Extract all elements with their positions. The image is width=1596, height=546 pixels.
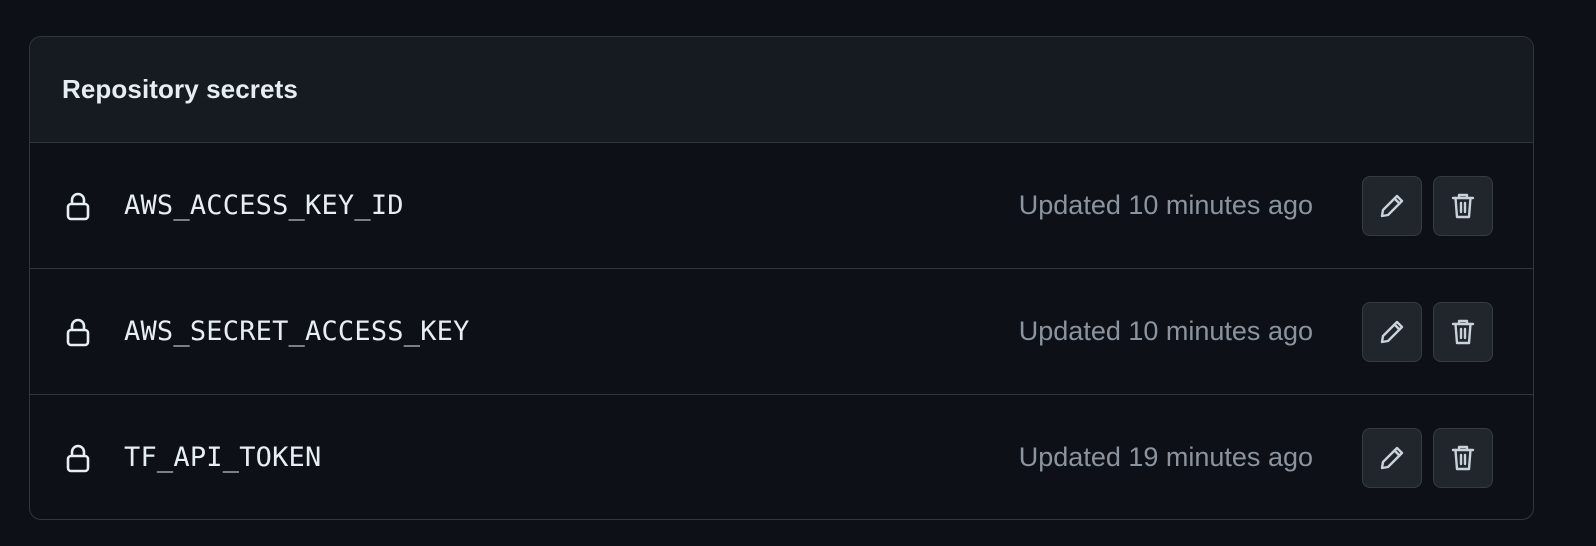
pencil-icon <box>1378 444 1406 472</box>
updated-timestamp: Updated 10 minutes ago <box>1018 190 1313 220</box>
delete-secret-button[interactable] <box>1433 427 1493 488</box>
edit-secret-button[interactable] <box>1362 175 1422 236</box>
secret-row: AWS_ACCESS_KEY_ID Updated 10 minutes ago <box>30 143 1533 269</box>
trash-icon <box>1450 317 1476 347</box>
lock-icon <box>64 442 92 474</box>
delete-secret-button[interactable] <box>1433 175 1493 236</box>
secret-name: AWS_SECRET_ACCESS_KEY <box>124 316 470 347</box>
secret-name: TF_API_TOKEN <box>124 442 322 473</box>
updated-timestamp: Updated 19 minutes ago <box>1018 442 1313 472</box>
secret-row: TF_API_TOKEN Updated 19 minutes ago <box>30 395 1533 519</box>
trash-icon <box>1450 191 1476 221</box>
secret-row: AWS_SECRET_ACCESS_KEY Updated 10 minutes… <box>30 269 1533 395</box>
secret-name: AWS_ACCESS_KEY_ID <box>124 190 404 221</box>
lock-icon <box>64 316 92 348</box>
delete-secret-button[interactable] <box>1433 301 1493 362</box>
edit-secret-button[interactable] <box>1362 427 1422 488</box>
pencil-icon <box>1378 192 1406 220</box>
updated-timestamp: Updated 10 minutes ago <box>1018 316 1313 346</box>
lock-icon <box>64 190 92 222</box>
panel-header: Repository secrets <box>30 37 1533 143</box>
repository-secrets-panel: Repository secrets AWS_ACCESS_KEY_ID Upd… <box>29 36 1534 520</box>
panel-title: Repository secrets <box>62 74 298 104</box>
trash-icon <box>1450 443 1476 473</box>
edit-secret-button[interactable] <box>1362 301 1422 362</box>
pencil-icon <box>1378 318 1406 346</box>
